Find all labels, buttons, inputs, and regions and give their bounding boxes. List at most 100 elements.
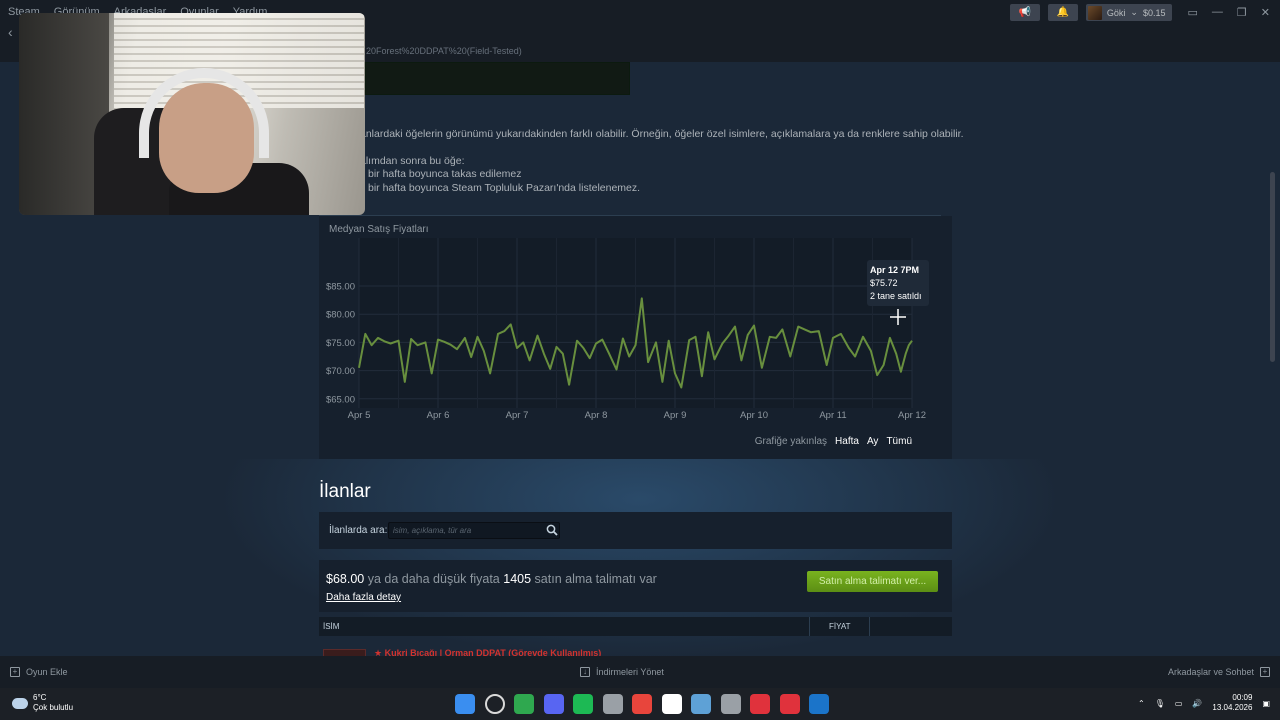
item-thumbnail [323, 649, 366, 656]
zoom-month[interactable]: Ay [867, 436, 879, 447]
tooltip-price: $75.72 [870, 278, 898, 288]
y-tick-label: $75.00 [326, 338, 355, 349]
column-price[interactable]: FİYAT [829, 622, 850, 631]
y-tick-label: $70.00 [326, 366, 355, 377]
notification-icon[interactable]: ▣ [1262, 699, 1270, 708]
taskbar-app-icon[interactable] [573, 694, 593, 714]
weather-widget[interactable]: 6°C Çok bulutlu [12, 693, 73, 713]
big-picture-icon[interactable]: ▭ [1188, 6, 1198, 19]
user-name: Göki [1106, 7, 1126, 18]
listings-title: İlanlar [319, 481, 371, 502]
tooltip-date: Apr 12 7PM [870, 265, 920, 275]
zoom-week[interactable]: Hafta [835, 436, 859, 447]
item-preview-strip [365, 62, 630, 95]
chevron-down-icon: ⌄ [1130, 7, 1138, 17]
listings-table-header: İSİM FİYAT [319, 617, 952, 636]
buy-order-suffix: satın alma talimatı var [534, 572, 657, 586]
window-controls: ▭ — ❐ ✕ [1188, 6, 1271, 19]
titlebar-right: 📢 🔔 Göki ⌄ $0.15 ▭ — ❐ ✕ [1009, 4, 1271, 21]
notice-line-1: anlardaki öğelerin görünümü yukarıdakind… [360, 128, 964, 140]
x-tick-label: Apr 6 [427, 410, 450, 421]
buy-order-mid: ya da daha düşük fiyata [367, 572, 500, 586]
x-tick-label: Apr 5 [348, 410, 371, 421]
taskbar-pinned-apps [455, 694, 829, 714]
search-input[interactable]: isim, açıklama, tür ara [388, 522, 560, 539]
column-separator [809, 617, 810, 636]
taskbar-app-icon[interactable] [514, 694, 534, 714]
x-tick-label: Apr 10 [740, 410, 768, 421]
webcam-overlay [19, 13, 365, 215]
weather-desc: Çok bulutlu [33, 703, 74, 712]
taskbar-app-icon[interactable] [720, 694, 741, 714]
chart-zoom-controls: Grafiğe yakınlaş Hafta Ay Tümü [755, 436, 912, 447]
price-history-chart[interactable]: Apr 5 Apr 6 Apr 7 Apr 8 Apr 9 Apr 10 Apr 11 Apr… [319, 216, 952, 459]
buy-order-count: 1405 [503, 572, 532, 586]
system-tray: ⌃ 🎙 ▭ 🔊 00:09 13.04.2026 ▣ [1138, 693, 1270, 713]
chart-title: Medyan Satış Fiyatları [329, 224, 429, 235]
clock-time: 00:09 [1232, 693, 1253, 702]
taskbar-app-icon[interactable] [455, 694, 475, 714]
bell-icon[interactable]: 🔔 [1047, 4, 1078, 21]
close-icon[interactable]: ✕ [1261, 6, 1270, 19]
zoom-all[interactable]: Tümü [886, 436, 912, 447]
chart-tooltip: Apr 12 7PM $75.72 2 tane satıldı [867, 260, 929, 306]
page-scrollbar[interactable] [1270, 172, 1275, 362]
x-tick-label: Apr 7 [506, 410, 529, 421]
column-separator [869, 617, 870, 636]
add-game-label: Oyun Ekle [26, 667, 68, 677]
microphone-icon[interactable]: 🎙 [1155, 699, 1165, 708]
plus-icon: + [10, 667, 20, 677]
column-name[interactable]: İSİM [323, 622, 339, 631]
download-icon: ↓ [580, 667, 590, 677]
taskbar-app-icon[interactable] [750, 694, 770, 714]
downloads-button[interactable]: ↓ İndirmeleri Yönet [580, 667, 664, 677]
taskbar-app-icon[interactable] [661, 694, 682, 714]
chevron-up-icon[interactable]: ⌃ [1138, 699, 1145, 708]
network-icon[interactable]: ▭ [1175, 699, 1183, 708]
price-history-panel: Apr 5 Apr 6 Apr 7 Apr 8 Apr 9 Apr 10 Apr 11 Apr… [319, 216, 952, 459]
taskbar-app-icon[interactable] [779, 694, 800, 714]
item-name[interactable]: ★ Kukri Bıçağı | Orman DDPAT (Görevde Ku… [374, 648, 601, 656]
megaphone-icon[interactable]: 📢 [1009, 4, 1040, 21]
table-row[interactable]: ★ Kukri Bıçağı | Orman DDPAT (Görevde Ku… [319, 645, 952, 656]
buy-order-text: $68.00 ya da daha düşük fiyata 1405 satı… [326, 572, 657, 586]
friends-label: Arkadaşlar ve Sohbet [1167, 667, 1254, 677]
search-icon[interactable] [546, 524, 558, 536]
user-menu[interactable]: Göki ⌄ $0.15 [1085, 4, 1172, 21]
clock-date: 13.04.2026 [1212, 703, 1253, 712]
y-tick-label: $65.00 [326, 394, 355, 405]
taskbar-app-icon[interactable] [632, 694, 652, 714]
avatar [1087, 5, 1102, 20]
notice-line-2: alımdan sonra bu öğe: [360, 154, 465, 167]
y-tick-label: $80.00 [326, 310, 355, 321]
tooltip-sold: 2 tane satıldı [870, 291, 922, 301]
url-bar[interactable]: 20Forest%20DDPAT%20(Field-Tested) [366, 46, 522, 56]
search-label: İlanlarda ara: [329, 525, 388, 536]
taskbar-app-icon[interactable] [809, 694, 829, 714]
taskbar-app-icon[interactable] [484, 694, 505, 714]
taskbar-app-icon[interactable] [691, 694, 711, 714]
notice-bullet-1: bir hafta boyunca takas edilemez [368, 168, 522, 180]
x-tick-label: Apr 12 [898, 410, 926, 421]
cloud-icon [12, 697, 28, 709]
maximize-icon[interactable]: ❐ [1237, 6, 1247, 19]
place-buy-order-button[interactable]: Satın alma talimatı ver... [807, 571, 938, 592]
wallet-balance: $0.15 [1142, 7, 1166, 18]
taskbar-app-icon[interactable] [543, 694, 564, 714]
volume-icon[interactable]: 🔊 [1192, 699, 1202, 708]
steam-bottom-bar: + Oyun Ekle ↓ İndirmeleri Yönet Arkadaşl… [0, 656, 1280, 688]
clock[interactable]: 00:09 13.04.2026 [1212, 693, 1252, 713]
friends-chat-button[interactable]: Arkadaşlar ve Sohbet + [1168, 667, 1270, 677]
weather-temp: 6°C [33, 693, 47, 702]
notice-bullet-2: bir hafta boyunca Steam Topluluk Pazarı'… [368, 181, 641, 194]
zoom-label: Grafiğe yakınlaş [754, 436, 828, 447]
y-tick-label: $85.00 [326, 282, 355, 293]
listing-notice: anlardaki öğelerin görünümü yukarıdakind… [360, 128, 963, 195]
add-game-button[interactable]: + Oyun Ekle [10, 667, 68, 677]
buy-order-summary: $68.00 ya da daha düşük fiyata 1405 satı… [319, 560, 952, 612]
back-arrow-icon[interactable]: ‹ [8, 24, 13, 40]
more-details-link[interactable]: Daha fazla detay [326, 592, 401, 603]
x-tick-label: Apr 8 [585, 410, 608, 421]
taskbar-app-icon[interactable] [602, 694, 623, 714]
minimize-icon[interactable]: — [1212, 6, 1223, 19]
